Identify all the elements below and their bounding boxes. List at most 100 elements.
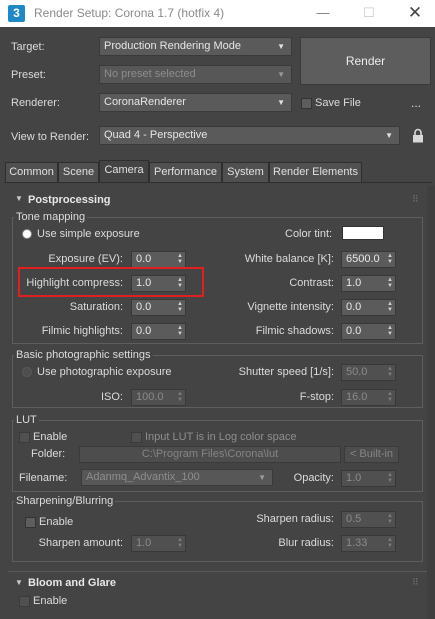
white-balance-label: White balance [K]: [244,253,334,265]
view-to-render-dropdown[interactable]: Quad 4 - Perspective ▼ [99,126,400,145]
sharpen-radius-label: Sharpen radius: [256,513,334,525]
lut-title: LUT [14,414,39,426]
collapse-arrow-icon[interactable]: ▼ [15,578,23,587]
app-icon: 3 [8,5,25,22]
target-value: Production Rendering Mode [104,40,241,52]
lut-enable-label: Enable [33,431,68,443]
tab-common[interactable]: Common [5,162,58,182]
maximize-button[interactable]: ☐ [354,3,384,23]
simple-exposure-label: Use simple exposure [37,228,140,240]
renderer-dropdown[interactable]: CoronaRenderer ▼ [99,93,292,112]
exposure-value: 0.0 [136,253,152,265]
more-options-button[interactable]: ... [411,96,421,110]
saturation-value: 0.0 [136,301,152,313]
preset-value: No preset selected [104,68,196,80]
color-tint-swatch[interactable] [342,226,384,240]
blur-radius-spinner[interactable]: 1.33 ▲ ▼ [341,535,396,552]
tone-mapping-title: Tone mapping [14,211,88,223]
spinner-arrows-icon[interactable]: ▲ ▼ [387,513,393,525]
opacity-label: Opacity: [293,472,334,484]
tab-performance[interactable]: Performance [149,162,222,182]
tab-render-elements[interactable]: Render Elements [269,162,362,182]
spinner-arrows-icon[interactable]: ▲ ▼ [177,325,183,337]
filmic-highlights-spinner[interactable]: 0.0 ▲ ▼ [131,323,186,340]
highlight-annotation-box [18,267,204,297]
view-to-render-label: View to Render: [11,131,90,143]
tab-system[interactable]: System [222,162,269,182]
sharpen-amount-spinner[interactable]: 1.0 ▲ ▼ [131,535,186,552]
simple-exposure-radio[interactable] [22,229,32,239]
grip-icon[interactable]: ⠿ [412,194,419,205]
filmic-shadows-value: 0.0 [346,325,362,337]
lock-icon[interactable] [412,128,424,143]
preset-label: Preset: [11,69,46,81]
grip-icon[interactable]: ⠿ [412,577,419,588]
shutter-speed-spinner[interactable]: 50.0 ▲ ▼ [341,364,396,381]
contrast-label: Contrast: [289,277,334,289]
saturation-label: Saturation: [69,301,123,313]
chevron-down-icon: ▼ [277,98,285,107]
iso-spinner[interactable]: 100.0 ▲ ▼ [131,389,186,406]
filename-dropdown[interactable]: Adanmq_Advantix_100 ▼ [81,469,273,486]
spinner-arrows-icon[interactable]: ▲ ▼ [387,253,393,265]
sharpen-radius-value: 0.5 [346,513,362,525]
preset-dropdown[interactable]: No preset selected ▼ [99,65,292,84]
save-file-checkbox[interactable] [301,98,312,109]
spinner-arrows-icon[interactable]: ▲ ▼ [387,366,393,378]
chevron-down-icon: ▼ [277,70,285,79]
spinner-arrows-icon[interactable]: ▲ ▼ [387,537,393,549]
spinner-arrows-icon[interactable]: ▲ ▼ [387,472,393,484]
lut-log-checkbox[interactable] [131,432,142,443]
tab-camera[interactable]: Camera [99,160,149,183]
minimize-button[interactable]: — [308,3,338,23]
contrast-spinner[interactable]: 1.0 ▲ ▼ [341,275,396,292]
vignette-spinner[interactable]: 0.0 ▲ ▼ [341,299,396,316]
opacity-spinner[interactable]: 1.0 ▲ ▼ [341,470,396,487]
renderer-value: CoronaRenderer [104,96,186,108]
tab-scene[interactable]: Scene [58,162,99,182]
render-button[interactable]: Render [300,37,431,85]
tab-divider [4,182,432,183]
white-balance-spinner[interactable]: 6500.0 ▲ ▼ [341,251,396,268]
postprocessing-rollout-header[interactable]: Postprocessing [28,194,111,206]
iso-label: ISO: [100,391,123,403]
folder-path-button[interactable]: C:\Program Files\Corona\lut [79,446,341,463]
fstop-label: F-stop: [299,391,334,403]
spinner-arrows-icon[interactable]: ▲ ▼ [177,391,183,403]
photographic-exposure-label: Use photographic exposure [37,366,172,378]
fstop-spinner[interactable]: 16.0 ▲ ▼ [341,389,396,406]
chevron-down-icon: ▼ [385,131,393,140]
filmic-highlights-label: Filmic highlights: [41,325,123,337]
sharpen-amount-value: 1.0 [136,537,152,549]
fstop-value: 16.0 [346,391,368,403]
filename-label: Filename: [19,472,68,484]
spinner-arrows-icon[interactable]: ▲ ▼ [387,277,393,289]
exposure-spinner[interactable]: 0.0 ▲ ▼ [131,251,186,268]
iso-value: 100.0 [136,391,164,403]
sharpen-amount-label: Sharpen amount: [38,537,123,549]
spinner-arrows-icon[interactable]: ▲ ▼ [387,301,393,313]
scrollbar[interactable] [427,186,435,619]
lut-enable-checkbox[interactable] [19,432,30,443]
spinner-arrows-icon[interactable]: ▲ ▼ [387,391,393,403]
vignette-value: 0.0 [346,301,362,313]
spinner-arrows-icon[interactable]: ▲ ▼ [387,325,393,337]
spinner-arrows-icon[interactable]: ▲ ▼ [177,253,183,265]
bloom-rollout-header[interactable]: Bloom and Glare [28,577,116,589]
saturation-spinner[interactable]: 0.0 ▲ ▼ [131,299,186,316]
filmic-highlights-value: 0.0 [136,325,152,337]
spinner-arrows-icon[interactable]: ▲ ▼ [177,537,183,549]
spinner-arrows-icon[interactable]: ▲ ▼ [177,301,183,313]
blur-radius-value: 1.33 [346,537,368,549]
color-tint-label: Color tint: [285,228,333,240]
sharpen-radius-spinner[interactable]: 0.5 ▲ ▼ [341,511,396,528]
sharpen-enable-checkbox[interactable] [25,517,36,528]
photographic-exposure-radio[interactable] [22,367,32,377]
bloom-enable-checkbox[interactable] [19,596,30,607]
builtin-button[interactable]: < Built-in [344,446,399,463]
filmic-shadows-spinner[interactable]: 0.0 ▲ ▼ [341,323,396,340]
target-dropdown[interactable]: Production Rendering Mode ▼ [99,37,292,56]
collapse-arrow-icon[interactable]: ▼ [15,194,23,203]
close-button[interactable]: ✕ [400,3,430,23]
window-title: Render Setup: Corona 1.7 (hotfix 4) [34,6,225,20]
